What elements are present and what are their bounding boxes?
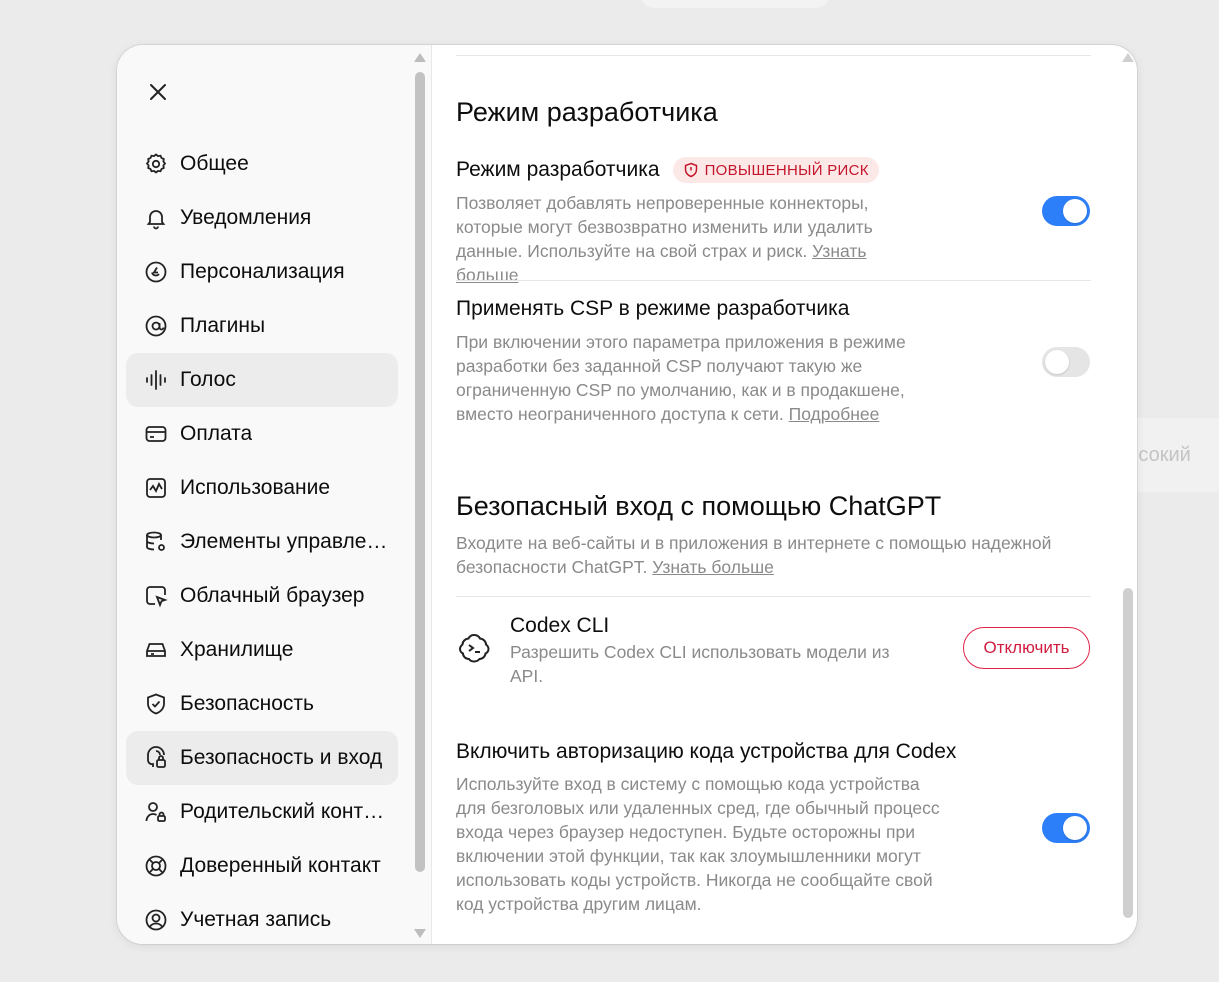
sidebar-item-notifications[interactable]: Уведомления [126, 191, 398, 245]
codex-description: Разрешить Codex CLI использовать модели … [510, 642, 890, 686]
sidebar-item-label: Безопасность [180, 692, 314, 715]
sidebar-item-label: Оплата [180, 422, 253, 445]
csp-description: При включении этого параметра приложения… [456, 330, 946, 426]
dev-mode-row-title: Режим разработчика ПОВЫШЕННЫЙ РИСК [456, 157, 879, 183]
sidebar-item-label: Элементы управле… [180, 530, 388, 553]
scrollbar-thumb[interactable] [415, 72, 425, 872]
bell-icon [144, 206, 168, 230]
sidebar-item-label: Уведомления [180, 206, 312, 229]
secure-login-title: Безопасный вход с помощью ChatGPT [456, 491, 942, 521]
csp-toggle[interactable] [1042, 347, 1090, 377]
sidebar-item-label: Хранилище [180, 638, 294, 661]
close-button[interactable] [141, 75, 175, 109]
device-auth-toggle[interactable] [1042, 813, 1090, 843]
personalization-icon [144, 260, 168, 284]
toggle-knob [1063, 816, 1087, 840]
plugins-icon [144, 314, 168, 338]
sidebar-item-label: Использование [180, 476, 331, 499]
sidebar-item-label: Плагины [180, 314, 266, 337]
sidebar-item-security[interactable]: Безопасность [126, 677, 398, 731]
dev-mode-toggle[interactable] [1042, 196, 1090, 226]
scroll-up-arrow-icon[interactable] [1122, 53, 1134, 62]
scroll-up-arrow-icon[interactable] [414, 53, 426, 62]
gear-icon [144, 152, 168, 176]
sidebar-item-label: Безопасность и вход [180, 746, 383, 769]
sidebar-item-label: Облачный браузер [180, 584, 365, 607]
parental-control-icon [144, 800, 168, 824]
usage-chart-icon [144, 476, 168, 500]
settings-content: Режим разработчика Режим разработчика ПО… [432, 45, 1137, 944]
card-icon [144, 422, 168, 446]
storage-icon [144, 638, 168, 662]
sidebar-item-voice[interactable]: Голос [126, 353, 398, 407]
sidebar-scrollbar[interactable] [411, 45, 429, 944]
background-pill [640, 0, 830, 8]
dev-mode-description: Позволяет добавлять непроверенные коннек… [456, 191, 906, 287]
dev-mode-title: Режим разработчика [456, 158, 660, 181]
sidebar-item-data-controls[interactable]: Элементы управле… [126, 515, 398, 569]
codex-name: Codex CLI [510, 614, 610, 637]
toggle-knob [1045, 350, 1069, 374]
sidebar-item-label: Доверенный контакт [180, 854, 381, 877]
lifebuoy-icon [144, 854, 168, 878]
sidebar-item-cloud-browser[interactable]: Облачный браузер [126, 569, 398, 623]
secure-login-learn-more-link[interactable]: Узнать больше [652, 557, 774, 577]
sidebar-item-label: Родительский конт… [180, 800, 385, 823]
divider [456, 280, 1091, 281]
settings-modal: Общее Уведомления Персонализация Плагины… [117, 45, 1137, 944]
settings-sidebar: Общее Уведомления Персонализация Плагины… [117, 45, 432, 944]
cloud-browser-icon [144, 584, 168, 608]
close-icon [150, 84, 166, 100]
csp-title: Применять CSP в режиме разработчика [456, 297, 850, 320]
settings-nav: Общее Уведомления Персонализация Плагины… [126, 137, 398, 944]
sidebar-item-personalization[interactable]: Персонализация [126, 245, 398, 299]
device-auth-description: Используйте вход в систему с помощью код… [456, 774, 940, 914]
sidebar-item-storage[interactable]: Хранилище [126, 623, 398, 677]
csp-more-link[interactable]: Подробнее [789, 404, 880, 424]
sidebar-item-general[interactable]: Общее [126, 137, 398, 191]
risk-badge: ПОВЫШЕННЫЙ РИСК [672, 157, 879, 183]
divider [456, 596, 1091, 597]
scrollbar-thumb[interactable] [1123, 588, 1133, 918]
sidebar-item-label: Персонализация [180, 260, 345, 283]
dev-mode-desc-text: Позволяет добавлять непроверенные коннек… [456, 193, 873, 261]
security-login-icon [144, 746, 168, 770]
scroll-down-arrow-icon[interactable] [414, 929, 426, 938]
sidebar-item-account[interactable]: Учетная запись [126, 893, 398, 944]
content-scrollbar[interactable] [1119, 45, 1137, 944]
top-divider [456, 55, 1091, 56]
toggle-knob [1063, 199, 1087, 223]
voice-waveform-icon [144, 368, 168, 392]
sidebar-item-parental-control[interactable]: Родительский конт… [126, 785, 398, 839]
sidebar-item-label: Общее [180, 152, 249, 175]
sidebar-item-label: Голос [180, 368, 236, 391]
sidebar-item-billing[interactable]: Оплата [126, 407, 398, 461]
sidebar-item-usage[interactable]: Использование [126, 461, 398, 515]
shield-check-icon [144, 692, 168, 716]
data-controls-icon [144, 530, 168, 554]
codex-app-icon [456, 630, 492, 666]
sidebar-item-label: Учетная запись [180, 908, 332, 931]
sidebar-item-plugins[interactable]: Плагины [126, 299, 398, 353]
disconnect-button[interactable]: Отключить [963, 627, 1090, 669]
risk-badge-label: ПОВЫШЕННЫЙ РИСК [704, 161, 869, 179]
sidebar-item-trusted-contact[interactable]: Доверенный контакт [126, 839, 398, 893]
account-icon [144, 908, 168, 932]
dev-section-title: Режим разработчика [456, 97, 718, 127]
shield-alert-icon [683, 162, 699, 178]
sidebar-item-security-login[interactable]: Безопасность и вход [126, 731, 398, 785]
secure-login-description: Входите на веб-сайты и в приложения в ин… [456, 531, 1096, 579]
device-auth-title: Включить авторизацию кода устройства для… [456, 740, 957, 763]
